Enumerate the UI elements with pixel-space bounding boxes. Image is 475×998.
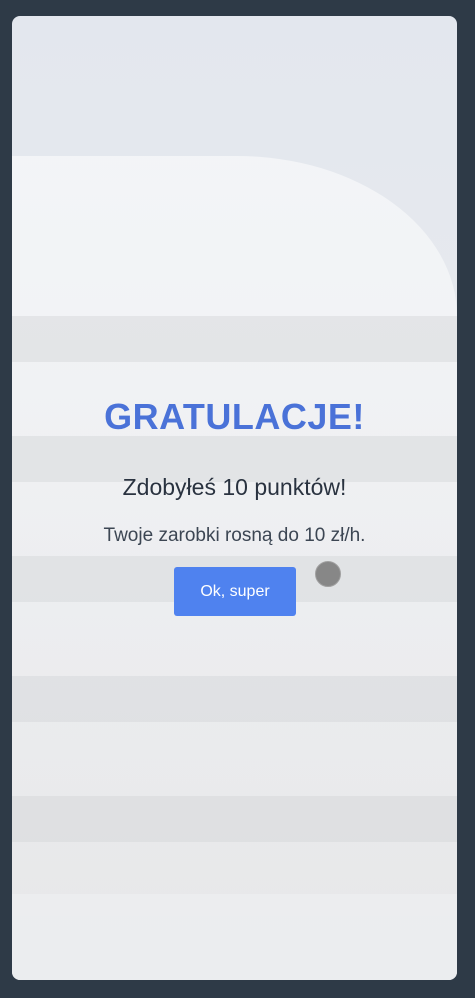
- earnings-message: Twoje zarobki rosną do 10 zł/h.: [103, 525, 366, 546]
- modal-card: GRATULACJE! Zdobyłeś 10 punktów! Twoje z…: [12, 16, 457, 980]
- ok-button[interactable]: Ok, super: [174, 567, 296, 616]
- dialog-content: GRATULACJE! Zdobyłeś 10 punktów! Twoje z…: [12, 16, 457, 980]
- touch-cursor-indicator: [315, 561, 341, 587]
- points-subtitle: Zdobyłeś 10 punktów!: [122, 474, 347, 500]
- congrats-title: GRATULACJE!: [104, 396, 365, 437]
